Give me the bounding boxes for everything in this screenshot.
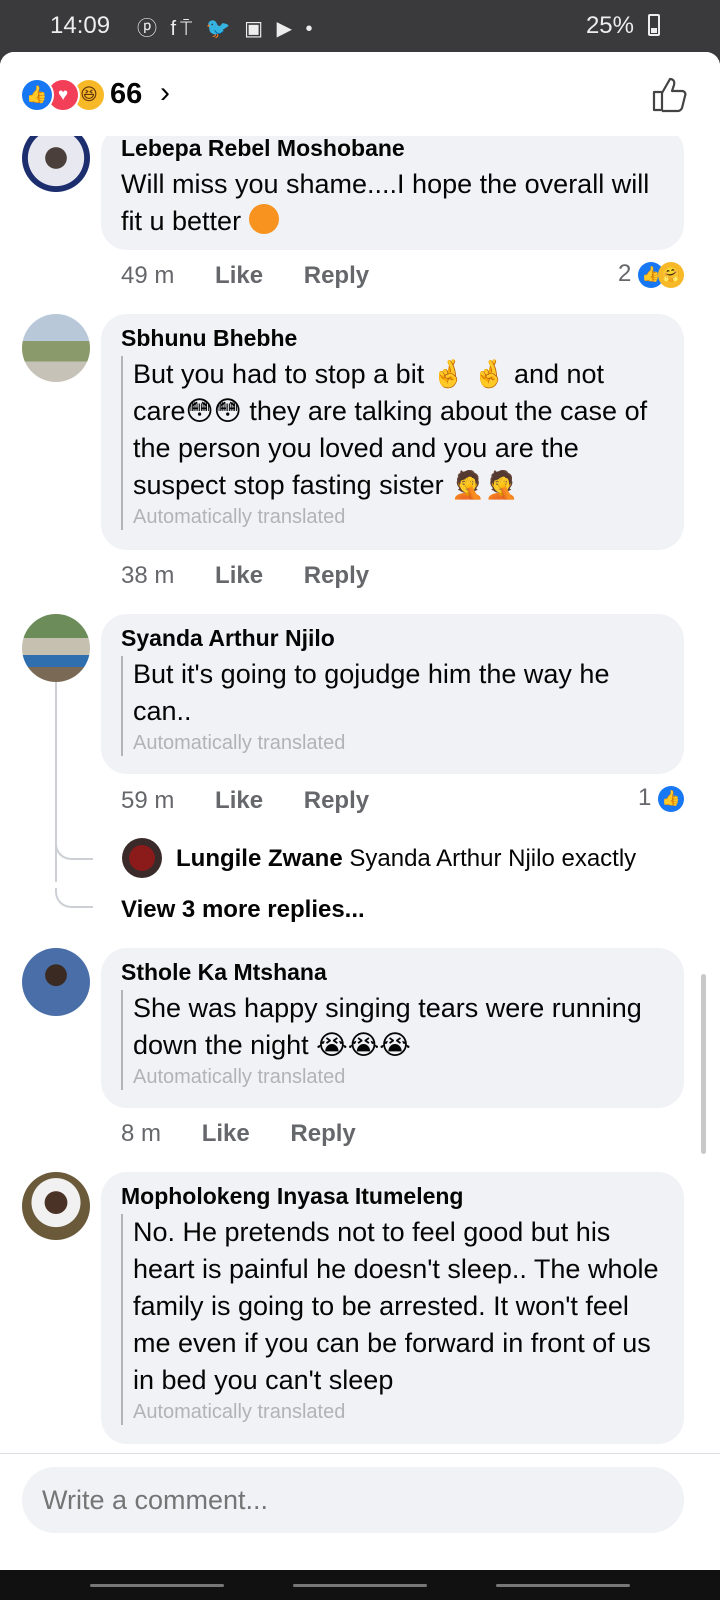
- translated-block: She was happy singing tears were running…: [121, 990, 664, 1090]
- nav-back-button[interactable]: [496, 1584, 630, 1587]
- like-button[interactable]: Like: [202, 1120, 250, 1147]
- comment-author[interactable]: Sbhunu Bhebhe: [121, 324, 664, 352]
- comment-text: But you had to stop a bit 🤞 🤞 and not ca…: [133, 359, 648, 500]
- crying-face-icon: 😭😭😭: [316, 1030, 411, 1060]
- crossed-fingers-icon: 🤞 🤞: [431, 359, 507, 389]
- orange-heart-icon: [248, 204, 279, 234]
- care-reaction-icon: 🤗: [658, 261, 684, 288]
- reactions-header: 👍 ♥ 😆 66 ›: [0, 52, 720, 136]
- status-time: 14:09: [50, 12, 111, 39]
- reply-button[interactable]: Reply: [304, 262, 369, 289]
- translated-block: But it's going to gojudge him the way he…: [121, 656, 664, 756]
- auto-translated-label[interactable]: Automatically translated: [133, 504, 664, 530]
- comment-author[interactable]: Lebepa Rebel Moshobane: [121, 134, 664, 162]
- status-bar: 14:09 ⓟ f⍑ 🐦 ▣ ▶ • 25%: [0, 0, 720, 52]
- avatar[interactable]: [22, 948, 90, 1016]
- comment-time[interactable]: 8 m: [121, 1120, 161, 1147]
- comment-text: But it's going to gojudge him the way he…: [133, 659, 610, 726]
- comment-bubble[interactable]: Sthole Ka Mtshana She was happy singing …: [101, 948, 684, 1108]
- auto-translated-label[interactable]: Automatically translated: [133, 730, 664, 756]
- comments-sheet: 👍 ♥ 😆 66 › Lebepa Rebel Moshobane Will m…: [0, 52, 720, 1570]
- chevron-right-icon[interactable]: ›: [160, 76, 170, 110]
- flushed-face-icon: 😳😳: [185, 396, 242, 426]
- comment-bubble[interactable]: Sbhunu Bhebhe But you had to stop a bit …: [101, 314, 684, 550]
- auto-translated-label[interactable]: Automatically translated: [133, 1399, 664, 1425]
- like-reaction-icon: 👍: [658, 785, 684, 812]
- comment-bubble[interactable]: Syanda Arthur Njilo But it's going to go…: [101, 614, 684, 774]
- reply-preview[interactable]: Lungile Zwane Syanda Arthur Njilo exactl…: [176, 845, 636, 873]
- comment-bubble[interactable]: Mopholokeng Inyasa Itumeleng No. He pret…: [101, 1172, 684, 1444]
- avatar[interactable]: [22, 1172, 90, 1240]
- comment-time[interactable]: 59 m: [121, 787, 174, 814]
- comment-actions: 38 m Like Reply: [121, 562, 403, 590]
- comment-reaction-count[interactable]: 1 👍: [638, 784, 684, 812]
- comment-bubble[interactable]: Lebepa Rebel Moshobane Will miss you sha…: [101, 126, 684, 250]
- comment-time[interactable]: 49 m: [121, 262, 174, 289]
- system-nav-bar: [0, 1570, 720, 1600]
- reply-button[interactable]: Reply: [290, 1120, 355, 1147]
- like-button[interactable]: Like: [215, 262, 263, 289]
- reaction-summary[interactable]: 👍 ♥ 😆: [20, 78, 106, 112]
- comment-author[interactable]: Sthole Ka Mtshana: [121, 958, 664, 986]
- like-button[interactable]: Like: [215, 787, 263, 814]
- reply-button[interactable]: Reply: [304, 787, 369, 814]
- view-more-replies-link[interactable]: View 3 more replies...: [121, 896, 365, 924]
- comment-actions: 49 m Like Reply: [121, 262, 403, 290]
- comment-composer: [0, 1453, 720, 1570]
- comment-actions: 59 m Like Reply: [121, 787, 403, 815]
- nav-recents-button[interactable]: [90, 1584, 224, 1587]
- comment-actions: 8 m Like Reply: [121, 1120, 390, 1148]
- reaction-count[interactable]: 66: [110, 78, 142, 111]
- reply-text: Syanda Arthur Njilo exactly: [349, 845, 637, 872]
- facepalm-icon: 🤦🤦: [451, 470, 519, 500]
- scrollbar[interactable]: [701, 974, 706, 1154]
- comment-author[interactable]: Syanda Arthur Njilo: [121, 624, 664, 652]
- translated-block: But you had to stop a bit 🤞 🤞 and not ca…: [121, 356, 664, 530]
- comment-time[interactable]: 38 m: [121, 562, 174, 589]
- translated-block: No. He pretends not to feel good but his…: [121, 1214, 664, 1425]
- comment-reaction-count[interactable]: 2 👍🤗: [618, 260, 684, 288]
- avatar[interactable]: [22, 614, 90, 682]
- nav-home-button[interactable]: [293, 1584, 427, 1587]
- comment-text: No. He pretends not to feel good but his…: [133, 1217, 659, 1395]
- thread-elbow: [55, 840, 93, 860]
- thumbs-up-outline-icon[interactable]: [650, 74, 690, 114]
- reply-avatar[interactable]: [122, 838, 162, 878]
- like-button[interactable]: Like: [215, 562, 263, 589]
- like-reaction-icon: 👍: [20, 78, 54, 112]
- battery-icon: [648, 14, 660, 36]
- comment-text: Will miss you shame....I hope the overal…: [121, 169, 650, 236]
- reply-button[interactable]: Reply: [304, 562, 369, 589]
- notification-icons: ⓟ f⍑ 🐦 ▣ ▶ •: [137, 18, 317, 40]
- thread-elbow: [55, 888, 93, 908]
- reply-author[interactable]: Lungile Zwane: [176, 845, 343, 872]
- auto-translated-label[interactable]: Automatically translated: [133, 1064, 664, 1090]
- comment-input[interactable]: [22, 1467, 684, 1533]
- avatar[interactable]: [22, 314, 90, 382]
- comment-author[interactable]: Mopholokeng Inyasa Itumeleng: [121, 1182, 664, 1210]
- battery-percent: 25%: [585, 12, 634, 39]
